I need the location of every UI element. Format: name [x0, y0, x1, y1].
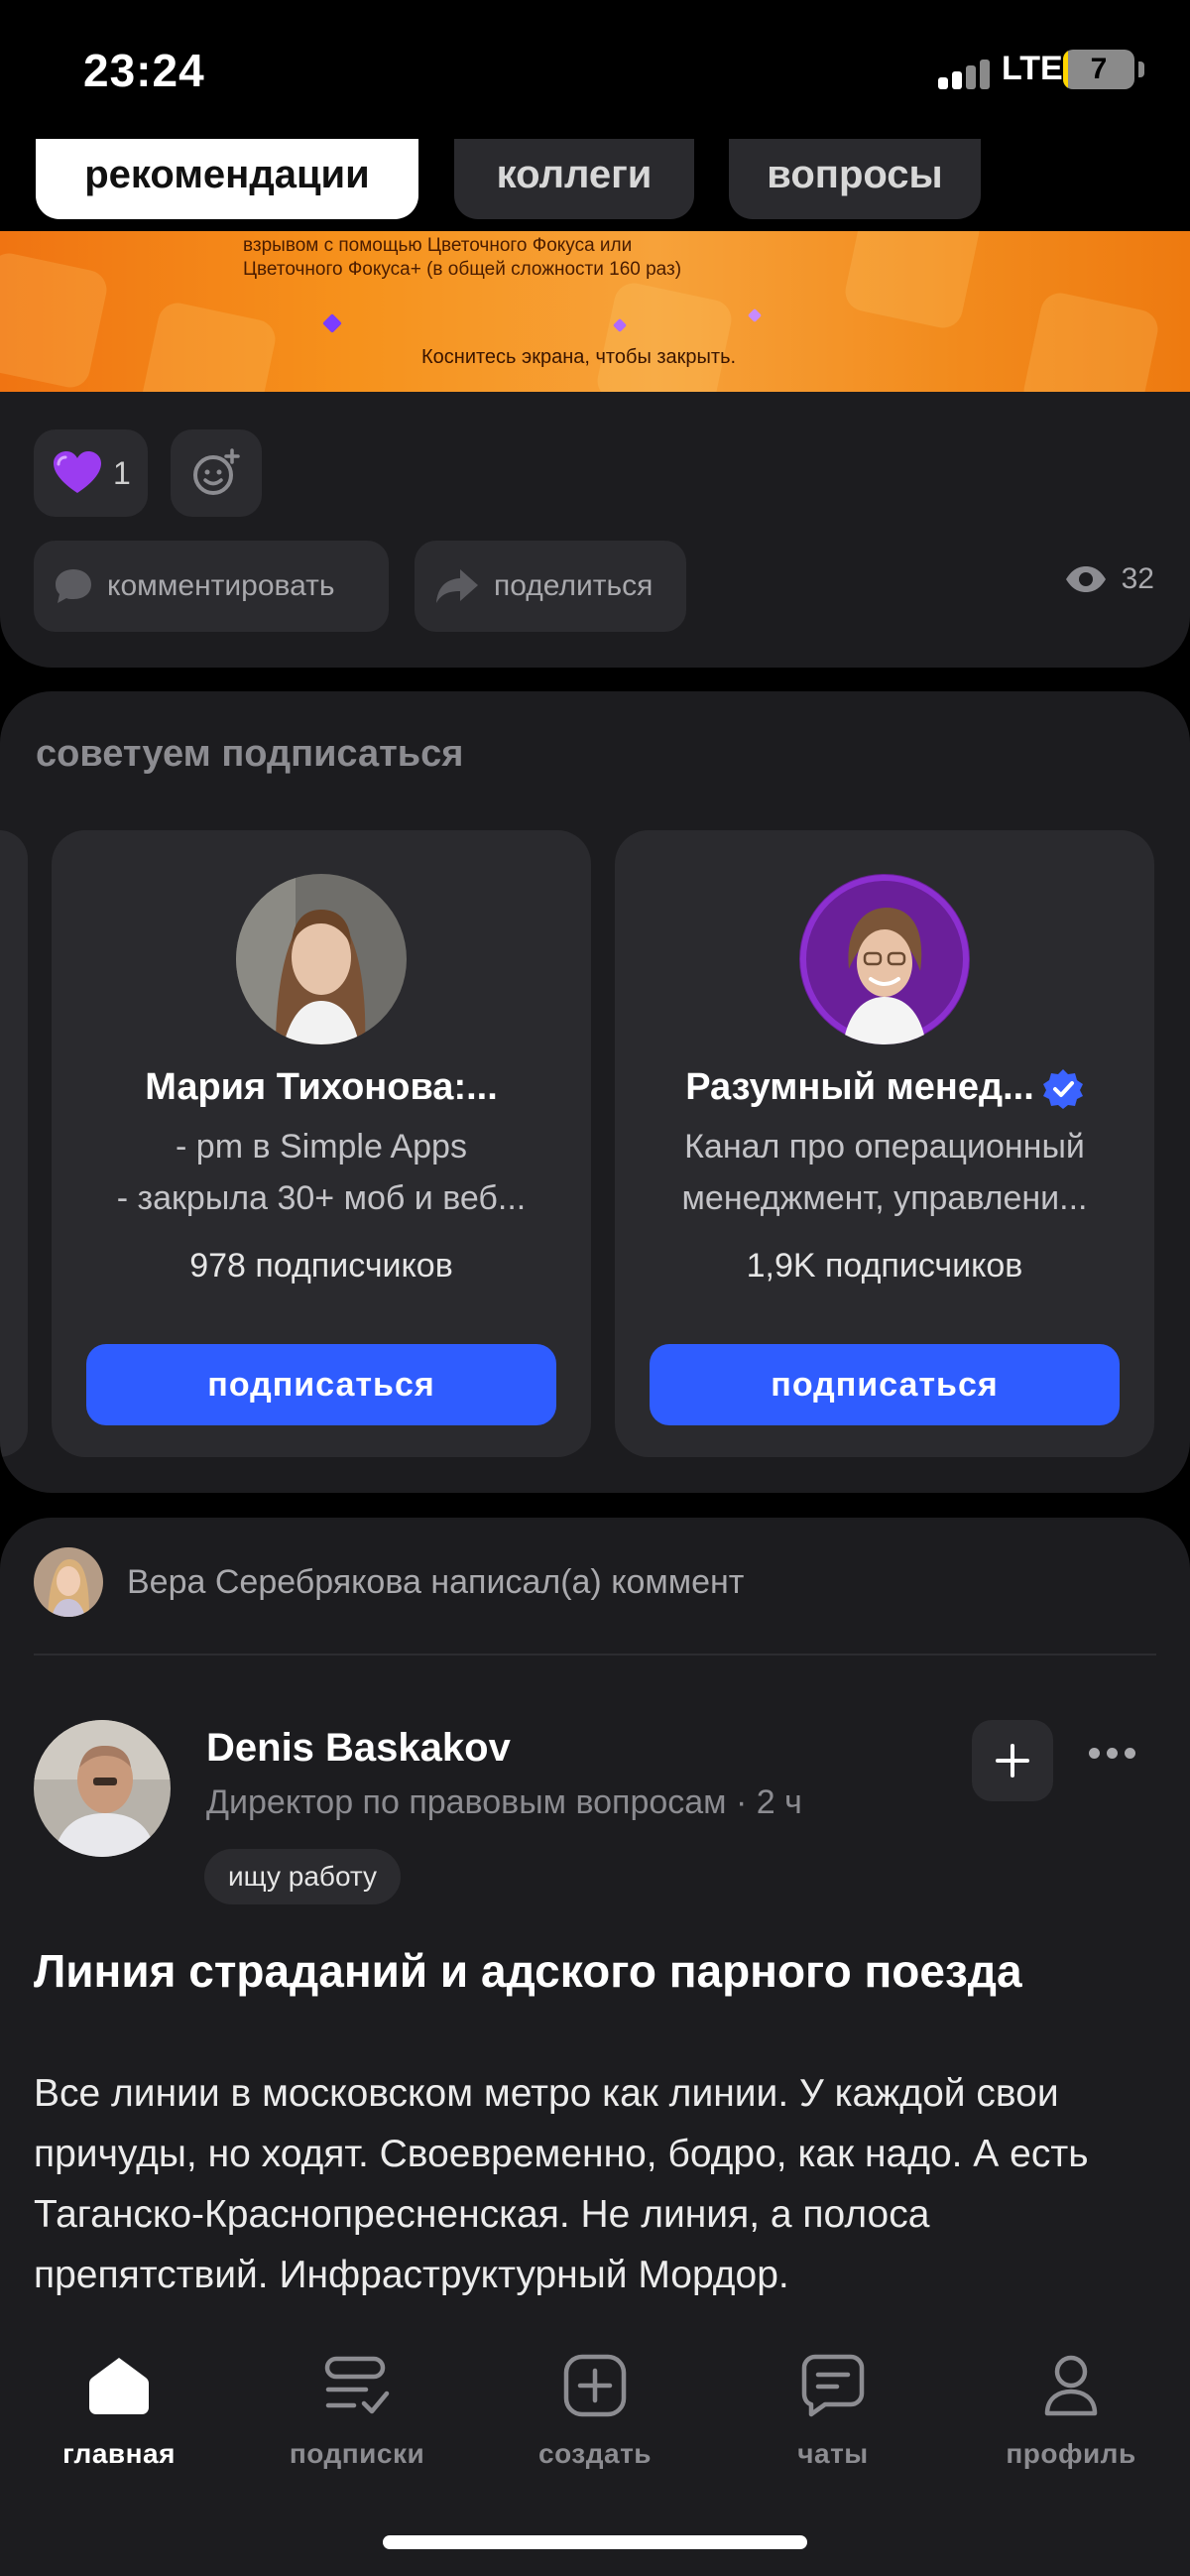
feed-tabs: рекомендации коллеги вопросы	[0, 134, 1190, 231]
more-options-icon[interactable]	[1089, 1748, 1135, 1759]
follow-button[interactable]	[972, 1720, 1053, 1801]
subscriber-count: 1,9K подписчиков	[746, 1247, 1023, 1285]
banner-tile	[593, 279, 736, 392]
home-indicator[interactable]	[383, 2535, 807, 2549]
recommended-channels: советуем подписаться Мария Тихонова:... …	[0, 691, 1190, 1493]
previous-card-stub[interactable]	[0, 830, 28, 1457]
status-bar: 23:24 LTE 7	[0, 0, 1190, 139]
nav-label: подписки	[289, 2438, 425, 2469]
job-status-tag: ищу работу	[204, 1849, 402, 1904]
profile-icon	[1044, 2355, 1098, 2416]
sparkle-decoration	[322, 313, 342, 333]
section-title: советуем подписаться	[36, 733, 464, 775]
nav-home[interactable]: главная	[20, 2345, 218, 2470]
eye-icon	[1065, 566, 1106, 592]
author-role-time: Директор по правовым вопросам · 2 ч	[206, 1783, 802, 1821]
avatar	[34, 1547, 103, 1617]
avatar	[236, 874, 407, 1044]
banner-text-line: взрывом с помощью Цветочного Фокуса или	[243, 235, 633, 256]
chat-icon	[801, 2354, 865, 2417]
banner-tile	[841, 231, 984, 332]
status-time: 23:24	[83, 45, 205, 96]
banner-tile	[137, 299, 280, 392]
cellular-signal-icon	[938, 56, 1002, 89]
channel-name: Разумный менед...	[685, 1066, 1034, 1108]
channel-description-line: Канал про операционный	[684, 1128, 1085, 1165]
banner-tile	[1019, 289, 1162, 392]
comment-label: комментировать	[107, 569, 335, 602]
subscriptions-icon	[324, 2356, 390, 2414]
nav-label: создать	[538, 2438, 652, 2469]
post-image-banner[interactable]: взрывом с помощью Цветочного Фокуса или …	[0, 231, 1190, 392]
nav-subscriptions[interactable]: подписки	[258, 2345, 456, 2470]
channel-name: Мария Тихонова:...	[145, 1066, 498, 1108]
banner-tile	[0, 249, 111, 392]
nav-label: чаты	[797, 2438, 869, 2469]
nav-label: профиль	[1006, 2438, 1136, 2469]
comment-activity-note[interactable]: Вера Серебрякова написал(а) коммент	[34, 1547, 744, 1617]
purple-heart-icon	[54, 451, 101, 493]
avatar[interactable]	[34, 1720, 171, 1857]
author-name[interactable]: Denis Baskakov	[206, 1726, 511, 1771]
battery-tip	[1138, 61, 1144, 77]
comment-activity-text: Вера Серебрякова написал(а) коммент	[127, 1562, 745, 1601]
post-body[interactable]: Все линии в московском метро как линии. …	[34, 2063, 1154, 2305]
channel-name-row: Разумный менед...	[635, 1066, 1134, 1110]
share-button[interactable]: поделиться	[415, 541, 686, 632]
tab-questions[interactable]: вопросы	[729, 134, 981, 219]
sparkle-decoration	[747, 307, 763, 323]
share-arrow-icon	[436, 569, 478, 603]
battery-icon: 7	[1063, 50, 1134, 89]
reaction-count: 1	[113, 455, 131, 491]
channel-card[interactable]: Мария Тихонова:... - pm в Simple Apps - …	[52, 830, 591, 1457]
nav-create[interactable]: создать	[496, 2345, 694, 2470]
views-count: 32	[1121, 562, 1154, 595]
views-counter: 32	[1064, 562, 1154, 596]
home-icon	[89, 2358, 149, 2414]
banner-tap-hint: Коснитесь экрана, чтобы закрыть.	[421, 346, 737, 368]
banner-text-line: Цветочного Фокуса+ (в общей сложности 16…	[243, 259, 682, 280]
verified-badge-icon	[1042, 1068, 1083, 1109]
plus-icon	[996, 1744, 1029, 1778]
comment-bubble-icon	[56, 569, 91, 603]
divider	[34, 1654, 1156, 1656]
channel-description-line: менеджмент, управлени...	[681, 1179, 1088, 1217]
nav-label: главная	[62, 2438, 176, 2469]
nav-profile[interactable]: профиль	[972, 2345, 1170, 2470]
channel-description-line: - pm в Simple Apps	[176, 1128, 467, 1165]
create-plus-icon	[563, 2354, 627, 2417]
tab-recommendations[interactable]: рекомендации	[36, 134, 418, 219]
avatar	[799, 874, 970, 1044]
add-emoji-icon	[193, 448, 240, 495]
comment-button[interactable]: комментировать	[34, 541, 389, 632]
channel-description-line: - закрыла 30+ моб и веб...	[116, 1179, 527, 1217]
post-title[interactable]: Линия страданий и адского парного поезда	[34, 1944, 1022, 1998]
subscriber-count: 978 подписчиков	[189, 1247, 453, 1285]
add-reaction-button[interactable]	[171, 429, 262, 517]
battery-level: 7	[1090, 53, 1108, 85]
nav-chats[interactable]: чаты	[734, 2345, 932, 2470]
channel-card[interactable]: Разумный менед... Канал про операционный…	[615, 830, 1154, 1457]
post-actions-panel: 1 комментировать поделиться 32	[0, 392, 1190, 668]
tab-colleagues[interactable]: коллеги	[454, 134, 694, 219]
network-type: LTE	[1002, 50, 1063, 87]
reaction-chip[interactable]: 1	[34, 429, 148, 517]
subscribe-button[interactable]: подписаться	[86, 1344, 556, 1425]
subscribe-button[interactable]: подписаться	[650, 1344, 1120, 1425]
share-label: поделиться	[494, 569, 654, 602]
